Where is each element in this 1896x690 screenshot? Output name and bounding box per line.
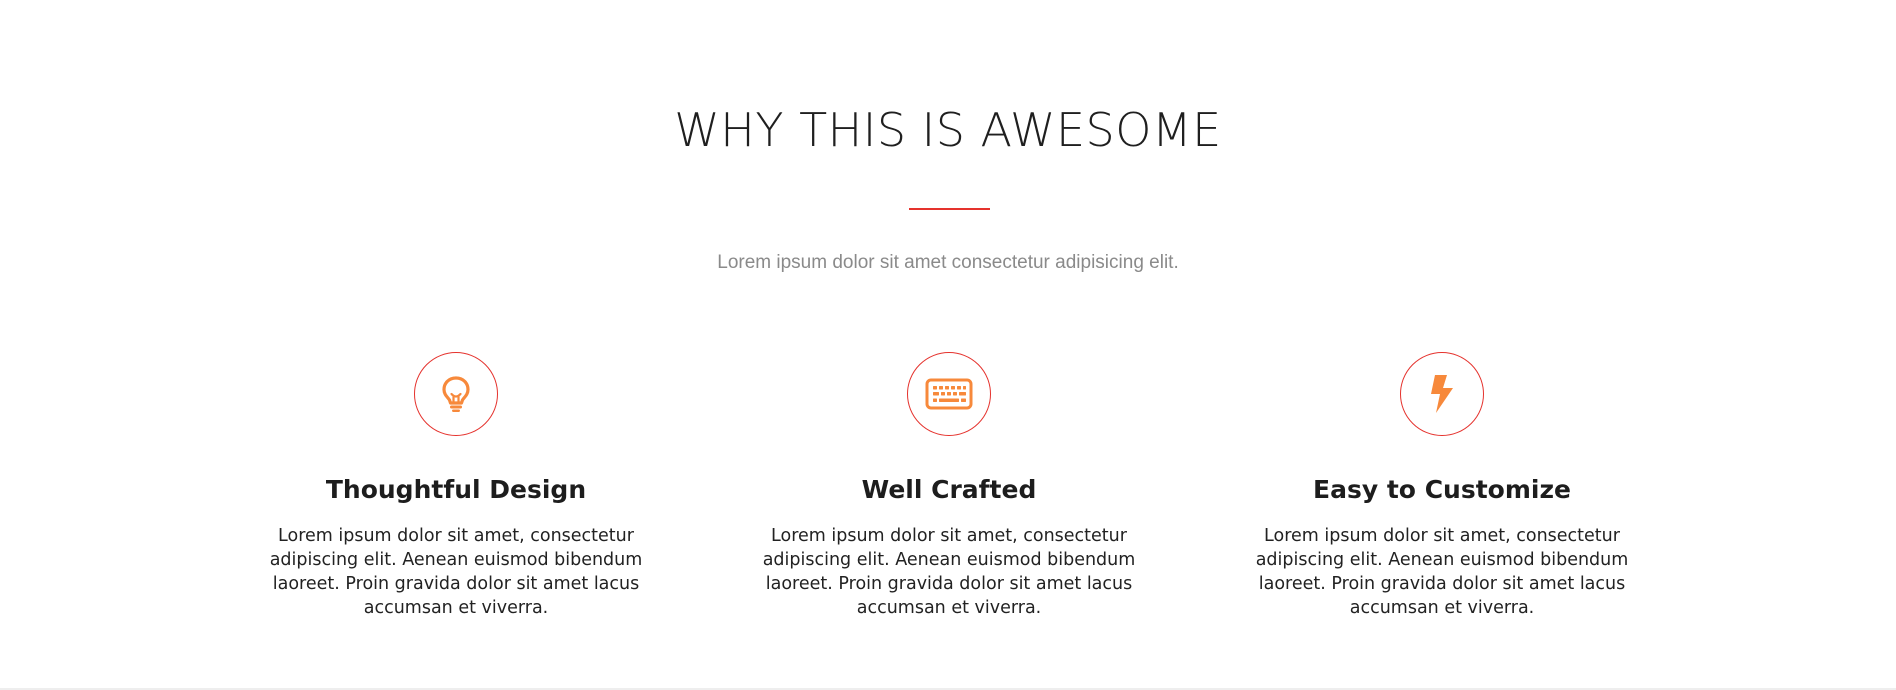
lightbulb-icon — [439, 375, 473, 413]
feature-icon-circle — [907, 352, 991, 436]
feature-description: Lorem ipsum dolor sit amet, consectetur … — [1255, 526, 1629, 618]
section-subtitle: Lorem ipsum dolor sit amet consectetur a… — [717, 252, 1179, 273]
title-divider — [909, 208, 990, 210]
feature-title: Easy to Customize — [1313, 475, 1571, 504]
feature-description: Lorem ipsum dolor sit amet, consectetur … — [269, 526, 643, 618]
feature-card-thoughtful-design: Thoughtful Design Lorem ipsum dolor sit … — [246, 352, 666, 620]
features-section: WHY THIS IS AWESOME Lorem ipsum dolor si… — [0, 0, 1896, 688]
feature-card-well-crafted: Well Crafted Lorem ipsum dolor sit amet,… — [739, 352, 1159, 620]
section-title: WHY THIS IS AWESOME — [674, 103, 1222, 157]
keyboard-icon — [925, 378, 973, 410]
lightning-bolt-icon — [1427, 373, 1457, 415]
feature-description: Lorem ipsum dolor sit amet, consectetur … — [762, 526, 1136, 618]
feature-title: Thoughtful Design — [325, 475, 587, 504]
feature-icon-circle — [1400, 352, 1484, 436]
feature-card-easy-to-customize: Easy to Customize Lorem ipsum dolor sit … — [1232, 352, 1652, 620]
feature-icon-circle — [414, 352, 498, 436]
feature-title: Well Crafted — [861, 475, 1037, 504]
